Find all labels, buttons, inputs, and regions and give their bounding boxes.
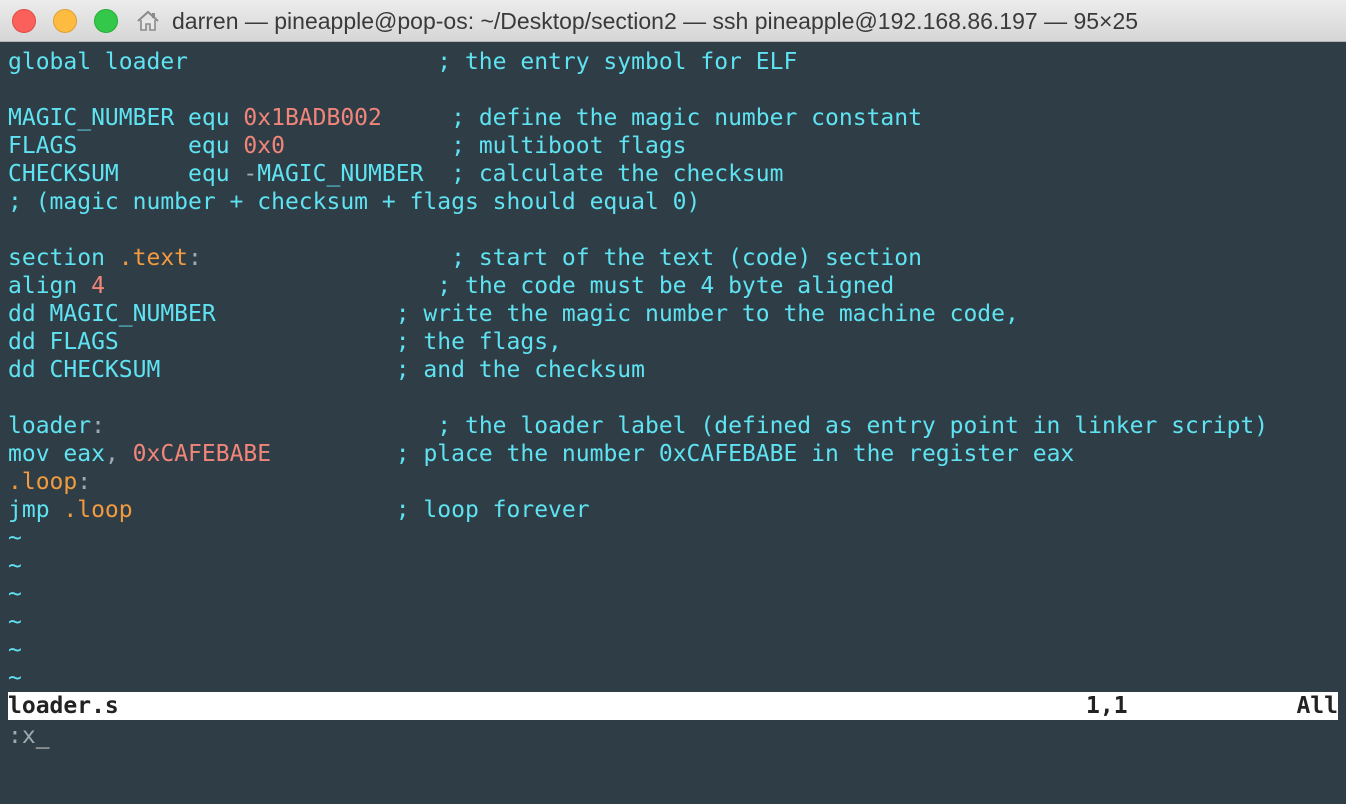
- code-line: loader: ; the loader label (defined as e…: [0, 412, 1346, 440]
- code-line: dd MAGIC_NUMBER ; write the magic number…: [0, 300, 1346, 328]
- vim-editor-buffer[interactable]: global loader ; the entry symbol for ELF…: [0, 48, 1346, 692]
- punctuation: :: [77, 469, 92, 495]
- code-text: section: [8, 245, 119, 271]
- code-line: global loader ; the entry symbol for ELF: [0, 48, 1346, 76]
- empty-line-marker: ~: [8, 525, 22, 551]
- directive: .loop: [8, 469, 78, 495]
- empty-line-marker: ~: [8, 581, 22, 607]
- code-text: global loader ; the entry symbol for ELF: [8, 49, 798, 75]
- code-text: dd FLAGS ; the flags,: [8, 329, 562, 355]
- status-cursor-position: 1,1: [1086, 693, 1128, 719]
- code-text: CHECKSUM equ: [8, 161, 244, 187]
- code-text: dd MAGIC_NUMBER ; write the magic number…: [8, 301, 1019, 327]
- code-text: ; start of the text (code) section: [201, 245, 922, 271]
- punctuation: :: [91, 413, 105, 439]
- empty-line-marker: ~: [8, 609, 22, 635]
- command-line[interactable]: :x_: [8, 722, 50, 750]
- zoom-window-button[interactable]: [94, 9, 118, 33]
- comment-text: ; (magic number + checksum + flags shoul…: [8, 189, 701, 215]
- close-window-button[interactable]: [12, 9, 36, 33]
- number-literal: 0x0: [243, 133, 285, 159]
- status-line: loader.s 1,1 All: [8, 692, 1338, 720]
- status-filename: loader.s: [8, 693, 119, 719]
- status-scroll-indicator: All: [1296, 693, 1338, 719]
- code-line: CHECKSUM equ -MAGIC_NUMBER ; calculate t…: [0, 160, 1346, 188]
- code-line: FLAGS equ 0x0 ; multiboot flags: [0, 132, 1346, 160]
- text-cursor: _: [35, 723, 50, 749]
- code-text: ; the code must be 4 byte aligned: [104, 273, 895, 299]
- operator: -: [243, 161, 258, 187]
- code-text: loader: [8, 413, 92, 439]
- home-icon: [137, 10, 159, 31]
- punctuation: :: [188, 245, 202, 271]
- code-line: MAGIC_NUMBER equ 0x1BADB002 ; define the…: [0, 104, 1346, 132]
- code-line: jmp .loop ; loop forever: [0, 496, 1346, 524]
- empty-line-marker: ~: [8, 665, 22, 691]
- code-line: .loop:: [0, 468, 1346, 496]
- code-text: ; the loader label (defined as entry poi…: [104, 413, 1269, 439]
- minimize-window-button[interactable]: [53, 9, 77, 33]
- window-titlebar: darren — pineapple@pop-os: ~/Desktop/sec…: [0, 0, 1346, 42]
- number-literal: 4: [91, 273, 105, 299]
- window-title: darren — pineapple@pop-os: ~/Desktop/sec…: [172, 8, 1139, 34]
- directive: .text: [118, 245, 189, 271]
- punctuation: ,: [104, 441, 119, 467]
- empty-line-marker: ~: [8, 553, 22, 579]
- code-text: ; multiboot flags: [284, 133, 687, 159]
- code-text: dd CHECKSUM ; and the checksum: [8, 357, 645, 383]
- command-text: :x: [8, 723, 36, 749]
- code-text: mov eax: [8, 441, 105, 467]
- code-text: jmp: [8, 497, 64, 523]
- code-line: align 4 ; the code must be 4 byte aligne…: [0, 272, 1346, 300]
- code-text: MAGIC_NUMBER ; calculate the checksum: [257, 161, 784, 187]
- code-line: ; (magic number + checksum + flags shoul…: [0, 188, 1346, 216]
- code-text: MAGIC_NUMBER equ: [8, 105, 244, 131]
- code-line: mov eax, 0xCAFEBABE ; place the number 0…: [0, 440, 1346, 468]
- code-text: align: [8, 273, 92, 299]
- code-line: dd CHECKSUM ; and the checksum: [0, 356, 1346, 384]
- number-literal: 0x1BADB002: [243, 105, 382, 131]
- code-line: dd FLAGS ; the flags,: [0, 328, 1346, 356]
- code-text: ; define the magic number constant: [381, 105, 922, 131]
- code-line: section .text: ; start of the text (code…: [0, 244, 1346, 272]
- directive: .loop: [63, 497, 133, 523]
- code-text: ; loop forever: [132, 497, 590, 523]
- number-literal: 0xCAFEBABE: [132, 441, 272, 467]
- code-text: FLAGS equ: [8, 133, 244, 159]
- empty-line-marker: ~: [8, 637, 22, 663]
- code-text: ; place the number 0xCAFEBABE in the reg…: [271, 441, 1075, 467]
